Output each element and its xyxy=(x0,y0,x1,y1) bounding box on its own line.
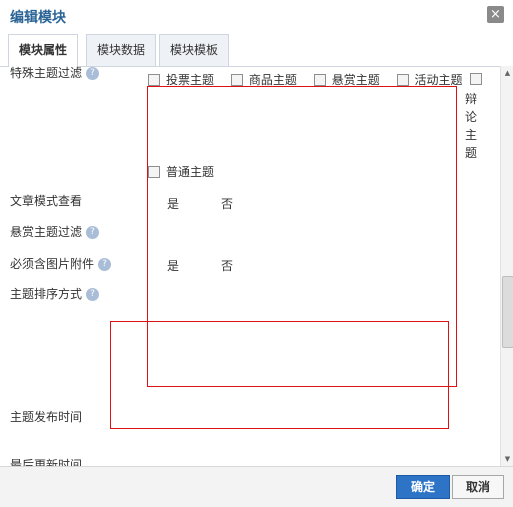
sort-method-text: 主题排序方式 xyxy=(10,287,83,301)
last-update-label: 最后更新时间 xyxy=(10,458,83,466)
reward-filter-label: 悬赏主题过滤? xyxy=(10,223,100,240)
scrollbar-thumb[interactable] xyxy=(502,276,513,348)
vertical-scrollbar[interactable]: ▲ ▼ xyxy=(500,66,513,466)
confirm-button[interactable]: 确定 xyxy=(396,475,450,499)
dialog-footer: 确定 取消 xyxy=(0,466,513,507)
tab-module-properties[interactable]: 模块属性 xyxy=(8,34,79,67)
help-icon[interactable]: ? xyxy=(98,258,112,271)
must-image-text: 必须含图片附件 xyxy=(10,257,95,271)
checkbox-icon[interactable] xyxy=(230,73,243,86)
article-mode-label: 文章模式查看 xyxy=(10,194,83,208)
tab-module-template[interactable]: 模块模板 xyxy=(159,34,230,66)
must-image-label: 必须含图片附件? xyxy=(10,255,112,272)
highlight-box xyxy=(110,321,449,429)
reward-filter-text: 悬赏主题过滤 xyxy=(10,225,83,239)
special-topic-filter-label: 特殊主题过滤? xyxy=(10,66,100,81)
cancel-button[interactable]: 取消 xyxy=(452,475,504,499)
checkbox-debate-topic[interactable] xyxy=(470,73,482,85)
dialog-titlebar: 编辑模块 × xyxy=(0,0,513,32)
help-icon[interactable]: ? xyxy=(86,67,100,80)
dialog-title: 编辑模块 xyxy=(10,10,66,26)
special-topic-filter-text: 特殊主题过滤 xyxy=(10,66,83,80)
tab-module-data[interactable]: 模块数据 xyxy=(86,34,157,66)
checkbox-icon[interactable] xyxy=(313,73,326,86)
close-icon[interactable]: × xyxy=(487,6,504,23)
help-icon[interactable]: ? xyxy=(86,226,100,239)
debate-topic-label: 辩论主题 xyxy=(465,92,478,160)
help-icon[interactable]: ? xyxy=(86,288,100,301)
properties-panel: 特殊主题过滤? 投票主题 商品主题 悬赏主题 活动主题 辩论主题 普通主题 文章… xyxy=(0,66,500,466)
publish-time-label: 主题发布时间 xyxy=(10,410,83,424)
checkbox-icon[interactable] xyxy=(396,73,409,86)
scroll-down-icon[interactable]: ▼ xyxy=(503,454,512,464)
sort-method-label: 主题排序方式? xyxy=(10,285,100,302)
scroll-up-icon[interactable]: ▲ xyxy=(503,68,512,78)
checkbox-icon[interactable] xyxy=(148,73,160,86)
tab-bar: 模块属性 模块数据 模块模板 xyxy=(0,32,513,67)
